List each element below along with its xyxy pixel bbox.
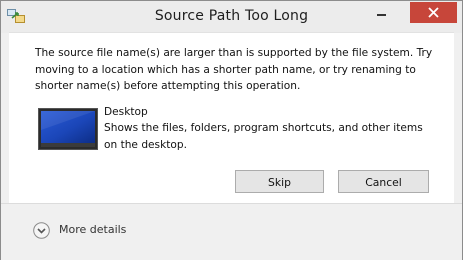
more-details-link[interactable]: More details — [59, 223, 126, 236]
item-name: Desktop — [104, 106, 148, 118]
close-icon — [428, 7, 439, 18]
dialog-window: Source Path Too Long The source file nam… — [0, 0, 463, 260]
error-message: The source file name(s) are larger than … — [35, 47, 433, 92]
chevron-down-circle-icon[interactable] — [33, 222, 50, 239]
dialog-footer: More details — [1, 203, 462, 260]
minimize-button[interactable] — [367, 2, 395, 22]
close-button[interactable] — [410, 2, 457, 23]
minimize-icon — [377, 14, 386, 16]
item-description: Shows the files, folders, program shortc… — [104, 122, 423, 151]
dialog-content: The source file name(s) are larger than … — [9, 32, 454, 203]
title-bar[interactable]: Source Path Too Long — [1, 1, 462, 33]
skip-button[interactable]: Skip — [235, 170, 324, 193]
cancel-button[interactable]: Cancel — [338, 170, 429, 193]
desktop-icon — [38, 108, 98, 150]
